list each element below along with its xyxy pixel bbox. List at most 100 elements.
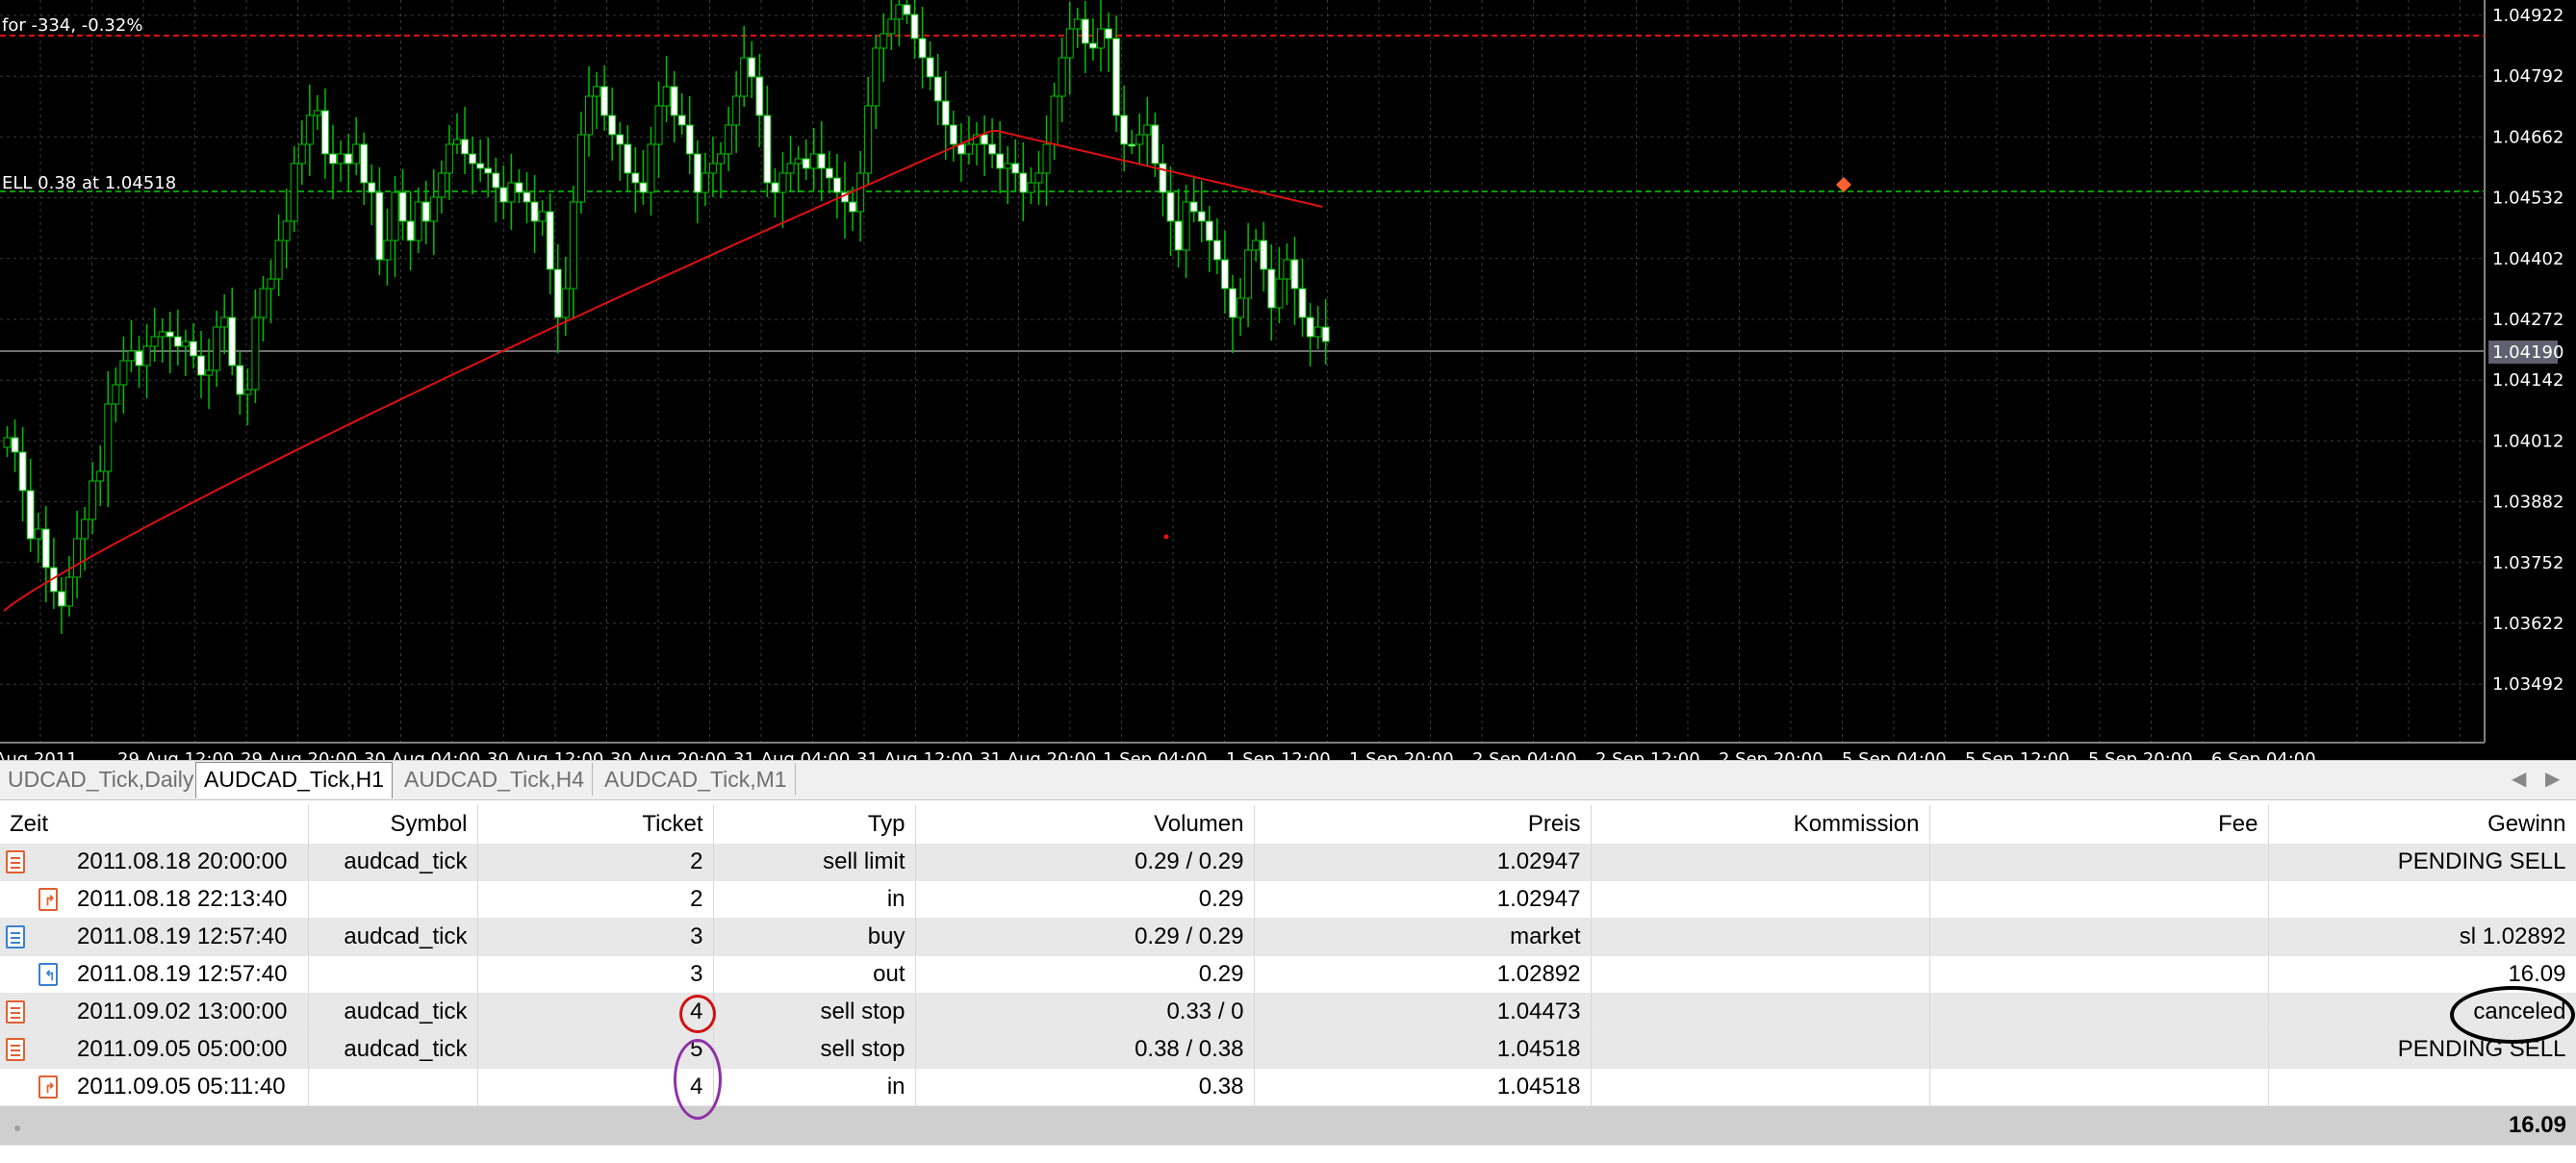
candle-body <box>18 451 27 492</box>
candle-body <box>135 350 143 367</box>
candle-body <box>243 389 252 395</box>
cell-typ: sell stop <box>713 1030 916 1069</box>
candle-body <box>561 288 570 318</box>
table-row[interactable]: 2011.09.05 05:00:00 audcad_tick 5 sell stop… <box>0 1030 2576 1069</box>
candle-body <box>1088 42 1097 49</box>
cell-zeit: ↱ 2011.08.18 22:13:40 <box>0 880 309 919</box>
cell-volumen: 0.29 / 0.29 <box>915 844 1255 881</box>
column-header-typ[interactable]: Typ <box>713 805 916 844</box>
candle-body <box>624 143 632 174</box>
candle-body <box>274 240 283 280</box>
time-scale-label: 29 Aug 20:00 <box>241 749 357 760</box>
candle-body <box>112 384 120 405</box>
candle-body <box>1027 182 1035 193</box>
candle-body <box>1314 326 1322 338</box>
candle-body <box>337 153 345 164</box>
candle-body <box>1105 28 1113 39</box>
column-header-fee[interactable]: Fee <box>1929 805 2269 844</box>
cell-symbol: audcad_tick <box>308 993 478 1031</box>
table-row[interactable]: ↱ 2011.08.18 22:13:40 2 in 0.29 1.02947 <box>0 880 2576 919</box>
candle-body <box>802 158 810 169</box>
time-scale-label: 5 Sep 12:00 <box>1965 749 2070 760</box>
table-row[interactable]: 2011.08.18 20:00:00 audcad_tick 2 sell limi… <box>0 844 2576 881</box>
history-table: Zeit Symbol Ticket Typ Volumen Preis Kommissio… <box>0 805 2576 1146</box>
candle-body <box>251 316 260 391</box>
candle-body <box>926 57 934 78</box>
candle-body <box>933 76 942 102</box>
chart-tabs: UDCAD_Tick,Daily AUDCAD_Tick,H1 AUDCAD_Tic… <box>0 760 2576 800</box>
tab-udcad-tick-daily[interactable]: UDCAD_Tick,Daily <box>0 763 203 796</box>
column-header-gewinn[interactable]: Gewinn <box>2268 805 2576 844</box>
cell-symbol <box>308 880 478 919</box>
candle-body <box>538 211 547 222</box>
candle-body <box>1065 28 1074 59</box>
cell-symbol <box>308 955 478 994</box>
candle-body <box>1096 28 1105 49</box>
column-header-symbol[interactable]: Symbol <box>308 805 478 844</box>
table-row[interactable]: 2011.09.02 13:00:00 audcad_tick 4 sell stop… <box>0 993 2576 1031</box>
candle-body <box>887 18 896 35</box>
column-header-kommission[interactable]: Kommission <box>1591 805 1930 844</box>
candle-body <box>329 153 338 164</box>
candle-body <box>1143 124 1152 136</box>
cell-kommission <box>1591 844 1930 881</box>
column-header-preis[interactable]: Preis <box>1254 805 1592 844</box>
cell-preis: market <box>1254 918 1592 956</box>
candle-body <box>1135 134 1144 145</box>
candle-body <box>725 124 733 155</box>
cell-fee <box>1929 918 2269 956</box>
cell-kommission <box>1591 1068 1930 1106</box>
candle-body <box>1290 259 1299 290</box>
tab-audcad-tick-h4[interactable]: AUDCAD_Tick,H4 <box>396 763 594 796</box>
cell-volumen: 0.29 <box>915 880 1255 919</box>
column-header-zeit[interactable]: Zeit <box>0 805 309 844</box>
tab-scroll-right-icon[interactable]: ▶ <box>2545 767 2560 791</box>
profit-overlay-text: for -334, -0.32% <box>2 15 143 36</box>
candle-body <box>26 490 35 540</box>
time-scale-label: 6 Sep 04:00 <box>2211 749 2316 760</box>
cell-symbol: audcad_tick <box>308 1030 478 1069</box>
candle-body <box>1174 220 1183 251</box>
cell-gewinn <box>2268 880 2576 919</box>
cell-ticket: 3 <box>477 955 714 994</box>
table-row[interactable]: ↰ 2011.08.19 12:57:40 3 out 0.29 1.02892 16.09 <box>0 955 2576 994</box>
candle-body <box>220 316 229 328</box>
price-scale-label: 1.04792 <box>2492 66 2563 87</box>
tab-audcad-tick-h1[interactable]: AUDCAD_Tick,H1 <box>195 762 394 798</box>
candle-body <box>832 177 841 193</box>
candle-body <box>57 591 65 607</box>
candle-body <box>631 172 640 184</box>
candlestick-chart-canvas[interactable]: 1.04922 1.04792 1.04662 1.04532 1.04402 1.042… <box>0 0 2576 760</box>
column-header-volumen[interactable]: Volumen <box>915 805 1255 844</box>
candle-body <box>553 268 562 318</box>
cell-ticket: 4 <box>477 993 714 1031</box>
candle-body <box>1128 143 1136 147</box>
deal-in-icon: ↱ <box>38 888 58 911</box>
candle-body <box>228 316 237 367</box>
column-header-ticket[interactable]: Ticket <box>477 805 714 844</box>
price-scale-label: 1.04272 <box>2492 310 2563 330</box>
tab-scroll-left-icon[interactable]: ◀ <box>2512 767 2526 791</box>
candle-body <box>685 124 694 155</box>
candle-body <box>166 331 174 338</box>
tab-audcad-tick-m1[interactable]: AUDCAD_Tick,M1 <box>597 763 796 796</box>
candle-body <box>910 13 919 39</box>
table-row[interactable]: 2011.08.19 12:57:40 audcad_tick 3 buy 0.29 /… <box>0 918 2576 956</box>
candle-body <box>3 437 12 448</box>
price-chart[interactable]: 1.04922 1.04792 1.04662 1.04532 1.04402 1.042… <box>0 0 2576 760</box>
status-dot-icon: ● <box>13 1120 22 1135</box>
candle-body <box>1151 124 1160 164</box>
candle-body <box>576 134 585 203</box>
time-scale-label: 30 Aug 04:00 <box>364 749 480 760</box>
candle-body <box>64 576 73 607</box>
candle-body <box>429 196 438 222</box>
cell-fee <box>1929 993 2269 1031</box>
deal-out-icon: ↰ <box>38 963 58 986</box>
price-scale-label: 1.03622 <box>2492 614 2563 634</box>
candle-body <box>437 172 446 198</box>
table-row[interactable]: ↱ 2011.09.05 05:11:40 4 in 0.38 1.04518 <box>0 1068 2576 1106</box>
candle-body <box>11 437 19 453</box>
candle-body <box>996 153 1005 169</box>
cell-fee <box>1929 844 2269 881</box>
buy-order-icon <box>6 925 25 948</box>
